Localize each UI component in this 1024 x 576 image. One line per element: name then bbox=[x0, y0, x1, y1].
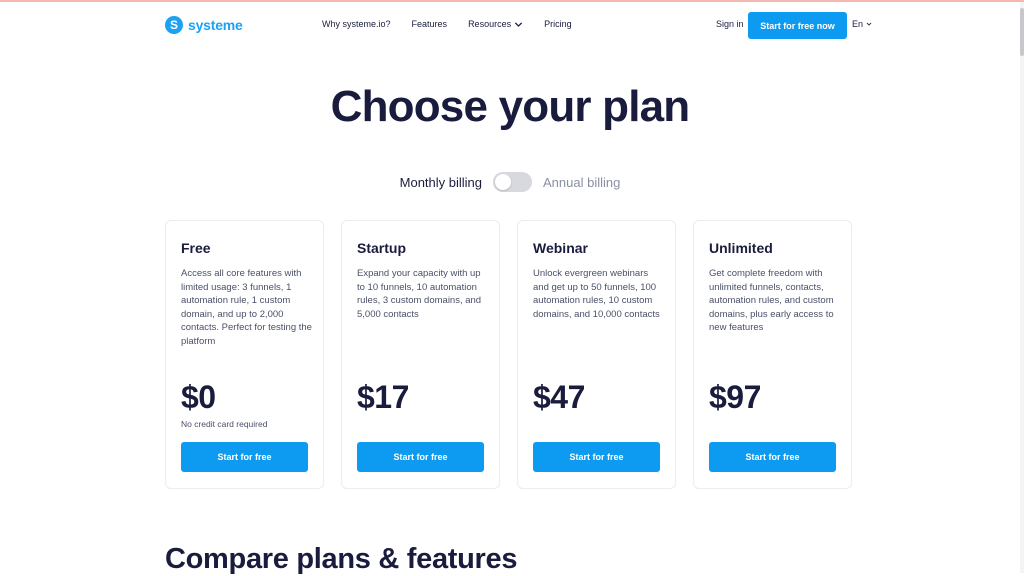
start-for-free-button[interactable]: Start for free bbox=[709, 442, 836, 472]
nav-label: Features bbox=[411, 19, 448, 29]
scrollbar[interactable] bbox=[1020, 2, 1024, 573]
start-for-free-button[interactable]: Start for free bbox=[533, 442, 660, 472]
annual-billing-label[interactable]: Annual billing bbox=[543, 175, 620, 190]
start-for-free-button[interactable]: Start for free bbox=[357, 442, 484, 472]
scrollbar-thumb[interactable] bbox=[1020, 8, 1024, 56]
billing-toggle-row: Monthly billing Annual billing bbox=[0, 171, 1020, 193]
toggle-knob bbox=[495, 174, 512, 190]
logo-text: systeme bbox=[188, 17, 243, 33]
plan-price: $17 bbox=[357, 379, 409, 415]
plan-description: Unlock evergreen webinars and get up to … bbox=[533, 268, 660, 320]
plan-price: $47 bbox=[533, 379, 585, 415]
language-label: En bbox=[852, 19, 864, 29]
site-header: S systeme Why systeme.io? Features Resou… bbox=[0, 2, 1020, 47]
plan-name: Webinar bbox=[533, 240, 588, 256]
language-selector[interactable]: En bbox=[852, 19, 872, 29]
nav-label: Resources bbox=[468, 19, 512, 29]
plan-card-startup: Startup Expand your capacity with up to … bbox=[341, 220, 500, 489]
nav-item-why[interactable]: Why systeme.io? bbox=[322, 19, 391, 29]
chevron-down-icon bbox=[514, 21, 523, 27]
plan-price: $97 bbox=[709, 379, 761, 415]
start-for-free-button[interactable]: Start for free bbox=[181, 442, 308, 472]
nav-label: Why systeme.io? bbox=[322, 19, 391, 29]
main-nav: Why systeme.io? Features Resources Prici… bbox=[322, 19, 593, 29]
plan-description: Get complete freedom with unlimited funn… bbox=[709, 268, 834, 333]
plan-card-free: Free Access all core features with limit… bbox=[165, 220, 324, 489]
monthly-billing-label[interactable]: Monthly billing bbox=[400, 175, 482, 190]
logo[interactable]: S systeme bbox=[165, 15, 243, 35]
billing-toggle[interactable] bbox=[493, 172, 533, 192]
plan-card-webinar: Webinar Unlock evergreen webinars and ge… bbox=[517, 220, 676, 489]
nav-item-resources[interactable]: Resources bbox=[468, 19, 523, 29]
plan-description: Expand your capacity with up to 10 funne… bbox=[357, 268, 482, 320]
plan-name: Free bbox=[181, 240, 211, 256]
page-title: Choose your plan bbox=[330, 82, 691, 131]
nav-item-features[interactable]: Features bbox=[412, 19, 448, 29]
plan-price: $0 bbox=[181, 379, 216, 415]
plan-note: No credit card required bbox=[181, 419, 268, 429]
nav-item-pricing[interactable]: Pricing bbox=[544, 19, 572, 29]
plan-description: Access all core features with limited us… bbox=[181, 268, 312, 347]
sign-in-link[interactable]: Sign in bbox=[716, 19, 744, 29]
nav-label: Pricing bbox=[544, 19, 572, 29]
chevron-down-icon bbox=[866, 22, 872, 26]
logo-mark-icon: S bbox=[165, 16, 183, 34]
plan-name: Startup bbox=[357, 240, 406, 256]
compare-section-title: Compare plans & features bbox=[165, 543, 518, 575]
plan-card-unlimited: Unlimited Get complete freedom with unli… bbox=[693, 220, 852, 489]
start-for-free-now-button[interactable]: Start for free now bbox=[748, 12, 847, 39]
plan-name: Unlimited bbox=[709, 240, 773, 256]
